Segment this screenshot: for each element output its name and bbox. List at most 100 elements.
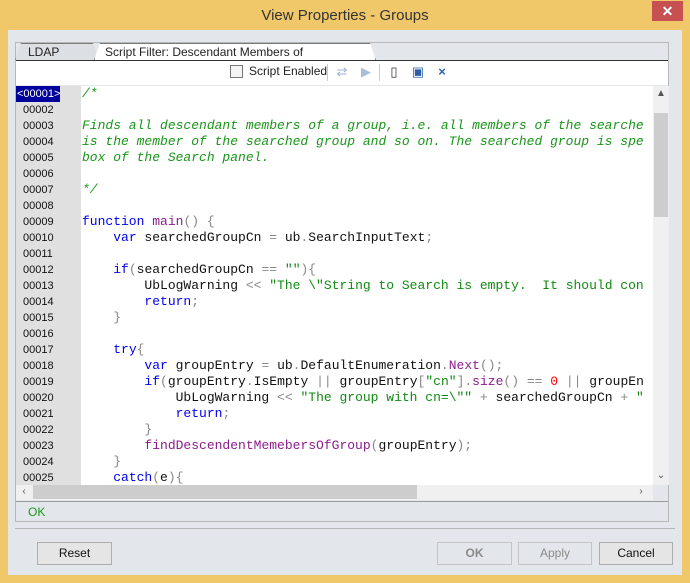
code-token: groupEntry [167,374,246,389]
line-number: 00007 [23,184,54,196]
close-window-button[interactable]: ✕ [652,1,683,21]
line-number: 00014 [23,296,54,308]
code-token: searchedGroupCn [136,262,262,277]
code-token: groupEntry [331,374,418,389]
current-line-number: <00001> [16,86,61,102]
line-number: 00015 [23,312,54,324]
horizontal-scroll-thumb[interactable] [33,485,417,499]
vertical-scroll-thumb[interactable] [654,113,668,217]
line-number: 00002 [23,104,54,116]
code-token: ; [191,294,200,309]
code-token: e [160,470,168,485]
code-token: var [113,230,137,245]
code-token: return [175,406,223,421]
code-line: } [82,422,152,438]
line-number: 00025 [23,472,54,484]
code-line: var groupEntry = ub.DefaultEnumeration.N… [82,358,503,374]
line-number: 00024 [23,456,54,468]
code-token: try [113,342,137,357]
reset-button[interactable]: Reset [37,542,112,565]
scroll-up-icon[interactable]: ▲ [653,88,669,99]
toolbar-separator [327,64,328,81]
code-token: findDescendentMemebersOfGroup [144,438,371,453]
code-token: ub [277,230,301,245]
code-token: || [316,374,332,389]
code-token: return [144,294,192,309]
code-token: catch [113,470,153,485]
apply-button[interactable]: Apply [518,542,592,565]
line-number: 00013 [23,280,54,292]
save-icon[interactable]: ▣ [409,63,427,81]
code-line: var searchedGroupCn = ub.SearchInputText… [82,230,433,246]
code-token: } [113,310,122,325]
code-token: Next [448,358,480,373]
divider [15,528,675,529]
code-token: } [144,422,153,437]
code-token: " [635,390,644,405]
code-token: . [245,374,254,389]
code-token: */ [82,182,98,197]
code-token: << [245,278,262,293]
code-token: if [144,374,161,389]
line-number: 00016 [23,328,54,340]
toolbar-separator [379,64,380,81]
code-editor[interactable]: <00001> 00002 00003 00004 00005 00006 00007 00… [16,86,653,485]
code-token: size [472,374,504,389]
script-enabled-label[interactable]: Script Enabled [249,64,327,78]
new-document-icon[interactable]: ▯ [385,63,403,81]
code-line: return; [82,294,199,310]
code-token: DefaultEnumeration [300,358,441,373]
code-token: if [113,262,129,277]
scroll-left-icon[interactable]: ‹ [16,486,32,497]
code-token: + [479,390,488,405]
scroll-down-icon[interactable]: ⌄ [653,470,669,481]
code-token: ]. [456,374,473,389]
code-token: searchedGroupCn [487,390,621,405]
line-number: 00008 [23,200,54,212]
code-area[interactable]: /* Finds all descendant members of a grou… [82,86,653,485]
run-icon[interactable]: ▶ [357,63,375,81]
scroll-right-icon[interactable]: › [633,486,649,497]
close-icon[interactable]: × [433,63,451,81]
line-number: 00003 [23,120,54,132]
cancel-button[interactable]: Cancel [599,542,673,565]
code-token: groupEntry [378,438,457,453]
code-token: 0 [550,374,559,389]
code-token: () { [183,214,215,229]
code-line: } [82,454,121,470]
code-line: is the member of the searched group and … [82,134,644,150]
status-text: OK [16,501,668,522]
code-line: if(searchedGroupCn == ""){ [82,262,316,278]
tab-ldap-filter[interactable]: LDAP Filter [15,43,99,60]
code-line: if(groupEntry.IsEmpty || groupEntry["cn"… [82,374,643,390]
tab-script-filter[interactable]: Script Filter: Descendant Members of Gro… [94,43,376,60]
horizontal-scrollbar[interactable]: ‹ › [16,485,653,500]
code-line: return; [82,406,231,422]
code-token: "" [284,262,301,277]
ok-button[interactable]: OK [437,542,512,565]
script-enabled-checkbox[interactable] [230,65,243,78]
code-token: is the member of the searched group and … [82,134,644,149]
code-token: searchedGroupCn [136,230,270,245]
code-line: findDescendentMemebersOfGroup(groupEntry… [82,438,472,454]
window-title: View Properties - Groups [261,7,429,24]
code-token: function [82,214,145,229]
code-line: } [82,310,121,326]
code-line: */ [82,182,98,198]
code-token: IsEmpty [253,374,317,389]
vertical-scrollbar[interactable]: ▲ ⌄ [653,86,669,485]
refresh-icon[interactable]: ⇄ [333,63,351,81]
line-number: 00019 [23,376,54,388]
code-token: ( [128,262,137,277]
